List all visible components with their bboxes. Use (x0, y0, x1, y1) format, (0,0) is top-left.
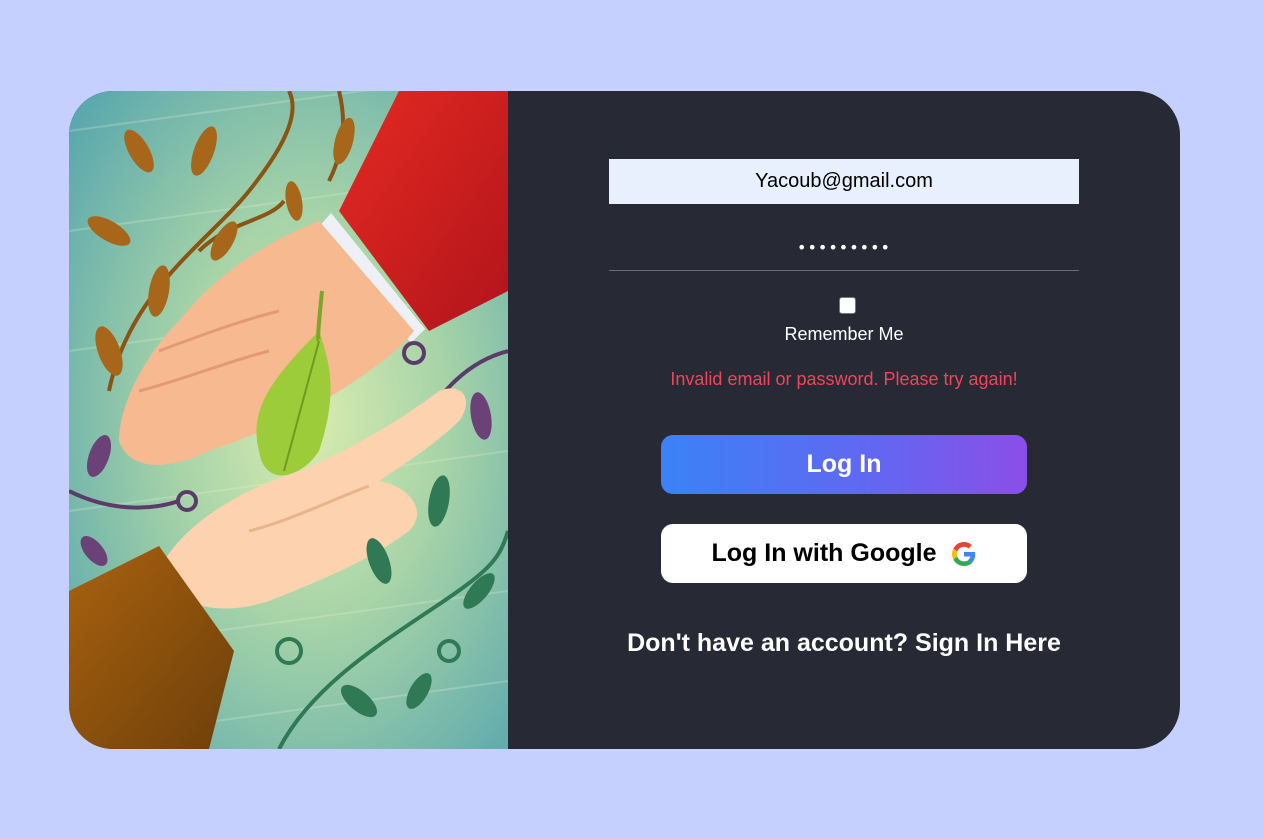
signup-link[interactable]: Sign In Here (915, 629, 1061, 657)
illustration-panel (69, 91, 508, 749)
password-field[interactable] (609, 225, 1079, 271)
signup-prompt-text: Don't have an account? (627, 629, 909, 657)
login-form: Remember Me Invalid email or password. P… (508, 91, 1180, 749)
login-button[interactable]: Log In (661, 435, 1027, 494)
google-login-button[interactable]: Log In with Google (661, 524, 1027, 583)
error-message: Invalid email or password. Please try ag… (670, 369, 1018, 389)
hands-leaf-illustration (69, 91, 508, 749)
login-card: Remember Me Invalid email or password. P… (69, 91, 1180, 749)
remember-me-checkbox[interactable] (839, 297, 856, 314)
google-icon (952, 541, 976, 566)
google-login-label: Log In with Google (711, 539, 937, 567)
email-field[interactable] (609, 159, 1079, 204)
remember-me-label: Remember Me (784, 324, 904, 344)
signup-prompt: Don't have an account? Sign In Here (508, 628, 1180, 658)
